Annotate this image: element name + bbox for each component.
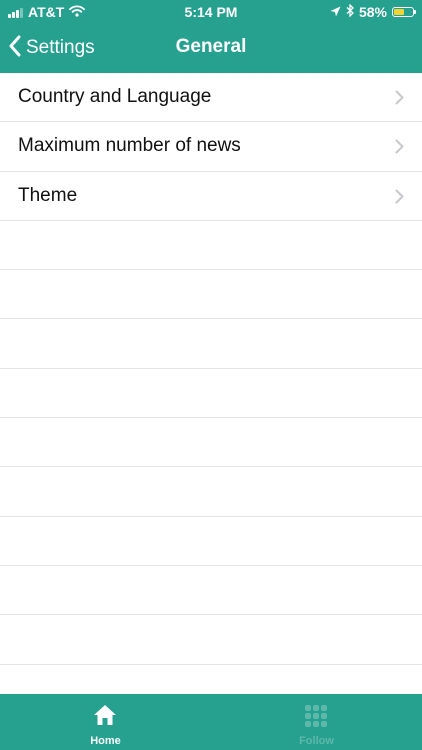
settings-item-label: Maximum number of news: [18, 135, 241, 157]
tab-follow[interactable]: Follow: [211, 694, 422, 750]
settings-item-theme[interactable]: Theme: [0, 172, 422, 221]
settings-item-label: Theme: [18, 184, 78, 206]
settings-list: Country and Language Maximum number of n…: [0, 73, 422, 714]
navigation-bar: Settings General: [0, 24, 422, 73]
status-bar: AT&T 5:14 PM 58%: [0, 0, 422, 24]
settings-item-max-news[interactable]: Maximum number of news: [0, 122, 422, 172]
location-icon: [330, 4, 341, 20]
battery-percent: 58%: [358, 4, 387, 20]
tab-follow-label: Follow: [299, 735, 334, 747]
bluetooth-icon: [346, 3, 354, 20]
empty-row: [0, 615, 422, 665]
empty-row: [0, 418, 422, 468]
empty-row: [0, 369, 422, 419]
empty-row: [0, 270, 422, 320]
empty-row: [0, 467, 422, 517]
home-icon: [93, 704, 117, 731]
tab-bar: Home Follow: [0, 694, 422, 750]
empty-row: [0, 566, 422, 616]
chevron-right-icon: [395, 139, 404, 159]
tab-home-label: Home: [90, 735, 121, 747]
chevron-right-icon: [395, 90, 404, 110]
settings-item-country-language[interactable]: Country and Language: [0, 73, 422, 123]
page-title: General: [175, 36, 247, 57]
empty-row: [0, 221, 422, 271]
grid-icon: [304, 704, 328, 733]
battery-level: [394, 9, 405, 15]
empty-row: [0, 319, 422, 369]
battery-icon: [392, 7, 416, 17]
chevron-right-icon: [395, 189, 404, 209]
empty-row: [0, 517, 422, 566]
status-right: 58%: [330, 3, 416, 20]
settings-item-label: Country and Language: [18, 86, 212, 108]
tab-home[interactable]: Home: [0, 694, 211, 750]
header: AT&T 5:14 PM 58% Settings General: [0, 0, 422, 73]
